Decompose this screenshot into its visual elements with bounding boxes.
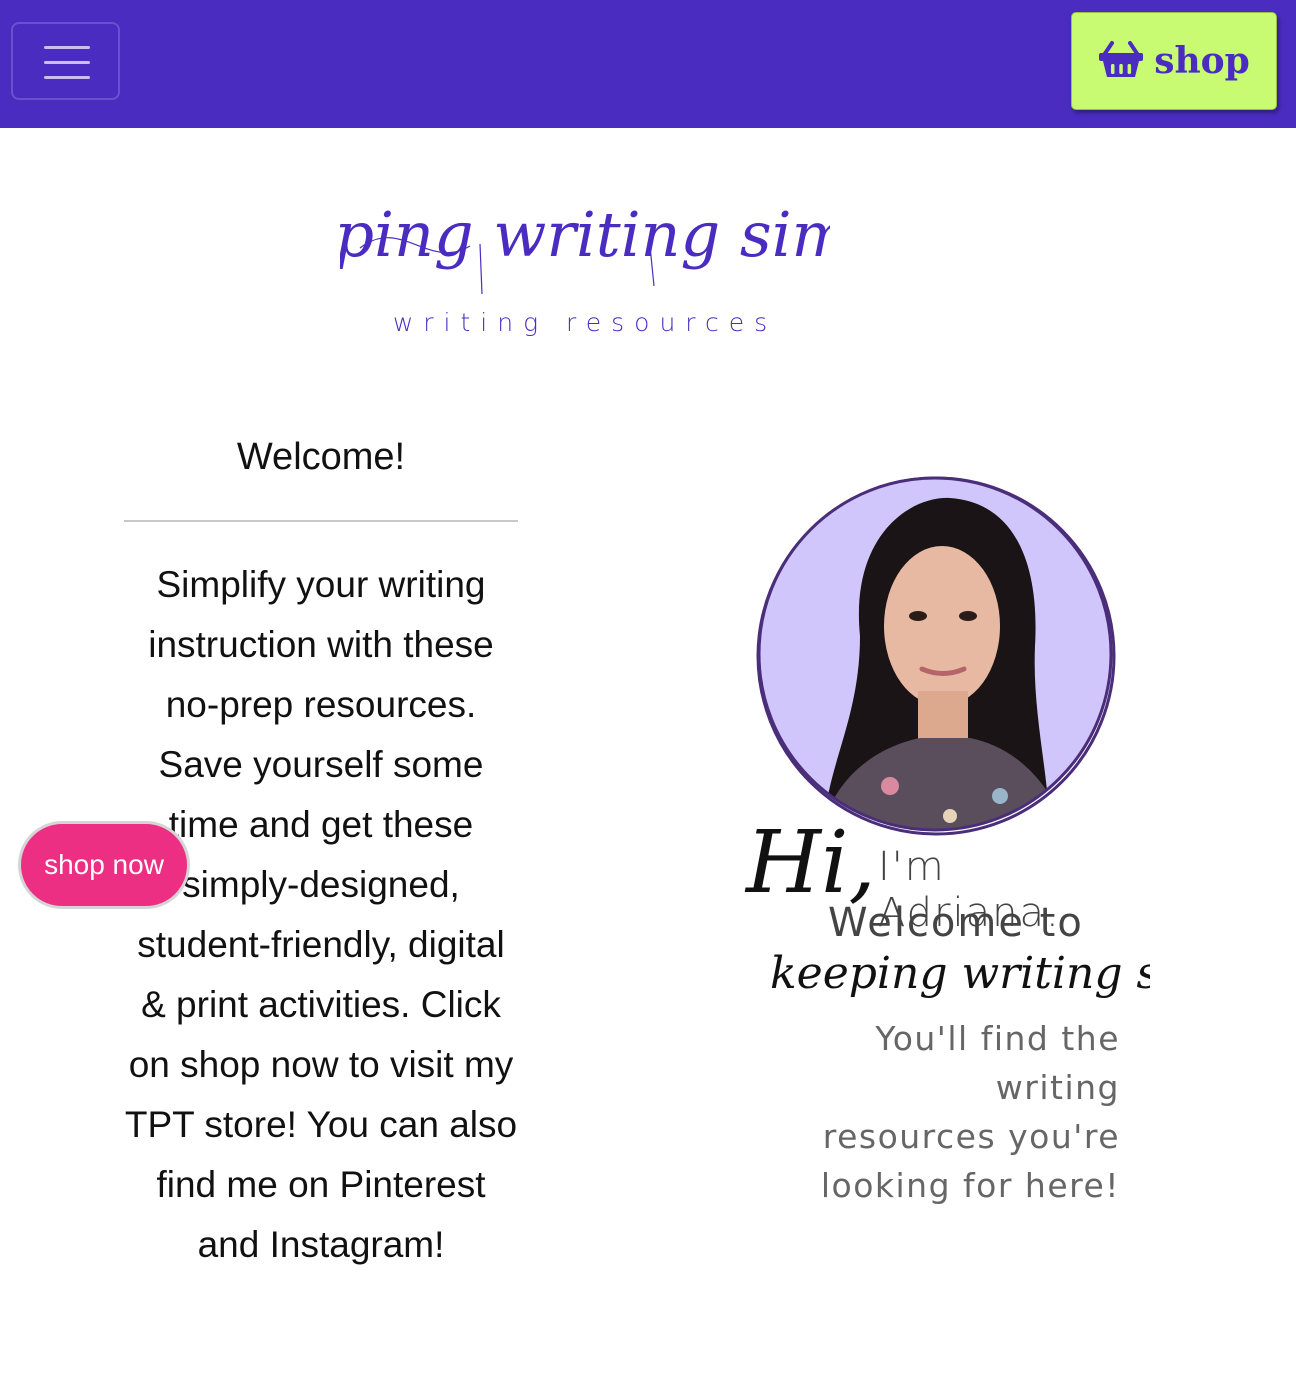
tagline-line: looking for here! xyxy=(820,1166,1120,1205)
intro-paragraph: Simplify your writing instruction with t… xyxy=(124,564,518,1265)
greeting-brand-script: keeping writing simple. xyxy=(770,948,1150,999)
top-navbar: shop xyxy=(0,0,1296,128)
shopping-basket-icon xyxy=(1098,39,1144,84)
logo-subtitle: writing resources xyxy=(392,308,778,337)
svg-text:Hi,: Hi, xyxy=(744,813,876,913)
tagline-line: resources you're xyxy=(822,1117,1120,1156)
hamburger-menu-icon-bar xyxy=(44,76,90,79)
hamburger-menu-button[interactable] xyxy=(11,22,120,100)
svg-text:keeping writing simple.: keeping writing simple. xyxy=(770,948,1150,999)
shop-button-label: shop xyxy=(1154,40,1250,82)
shop-now-button[interactable]: shop now xyxy=(18,821,190,909)
hamburger-menu-icon-bar xyxy=(44,61,90,64)
tagline-line: You'll find the writing xyxy=(875,1019,1120,1107)
welcome-heading: Welcome! xyxy=(236,436,406,478)
section-divider xyxy=(124,520,518,522)
profile-avatar xyxy=(750,476,1126,840)
greeting-tagline: You'll find the writing resources you're… xyxy=(740,1014,1120,1210)
shop-button[interactable]: shop xyxy=(1071,12,1277,110)
greeting-block: Hi, I'm Adriana. Welcome to keeping writ… xyxy=(740,800,1150,1205)
logo-script-text: keeping writing simple xyxy=(340,198,830,271)
hamburger-menu-icon xyxy=(44,46,90,49)
